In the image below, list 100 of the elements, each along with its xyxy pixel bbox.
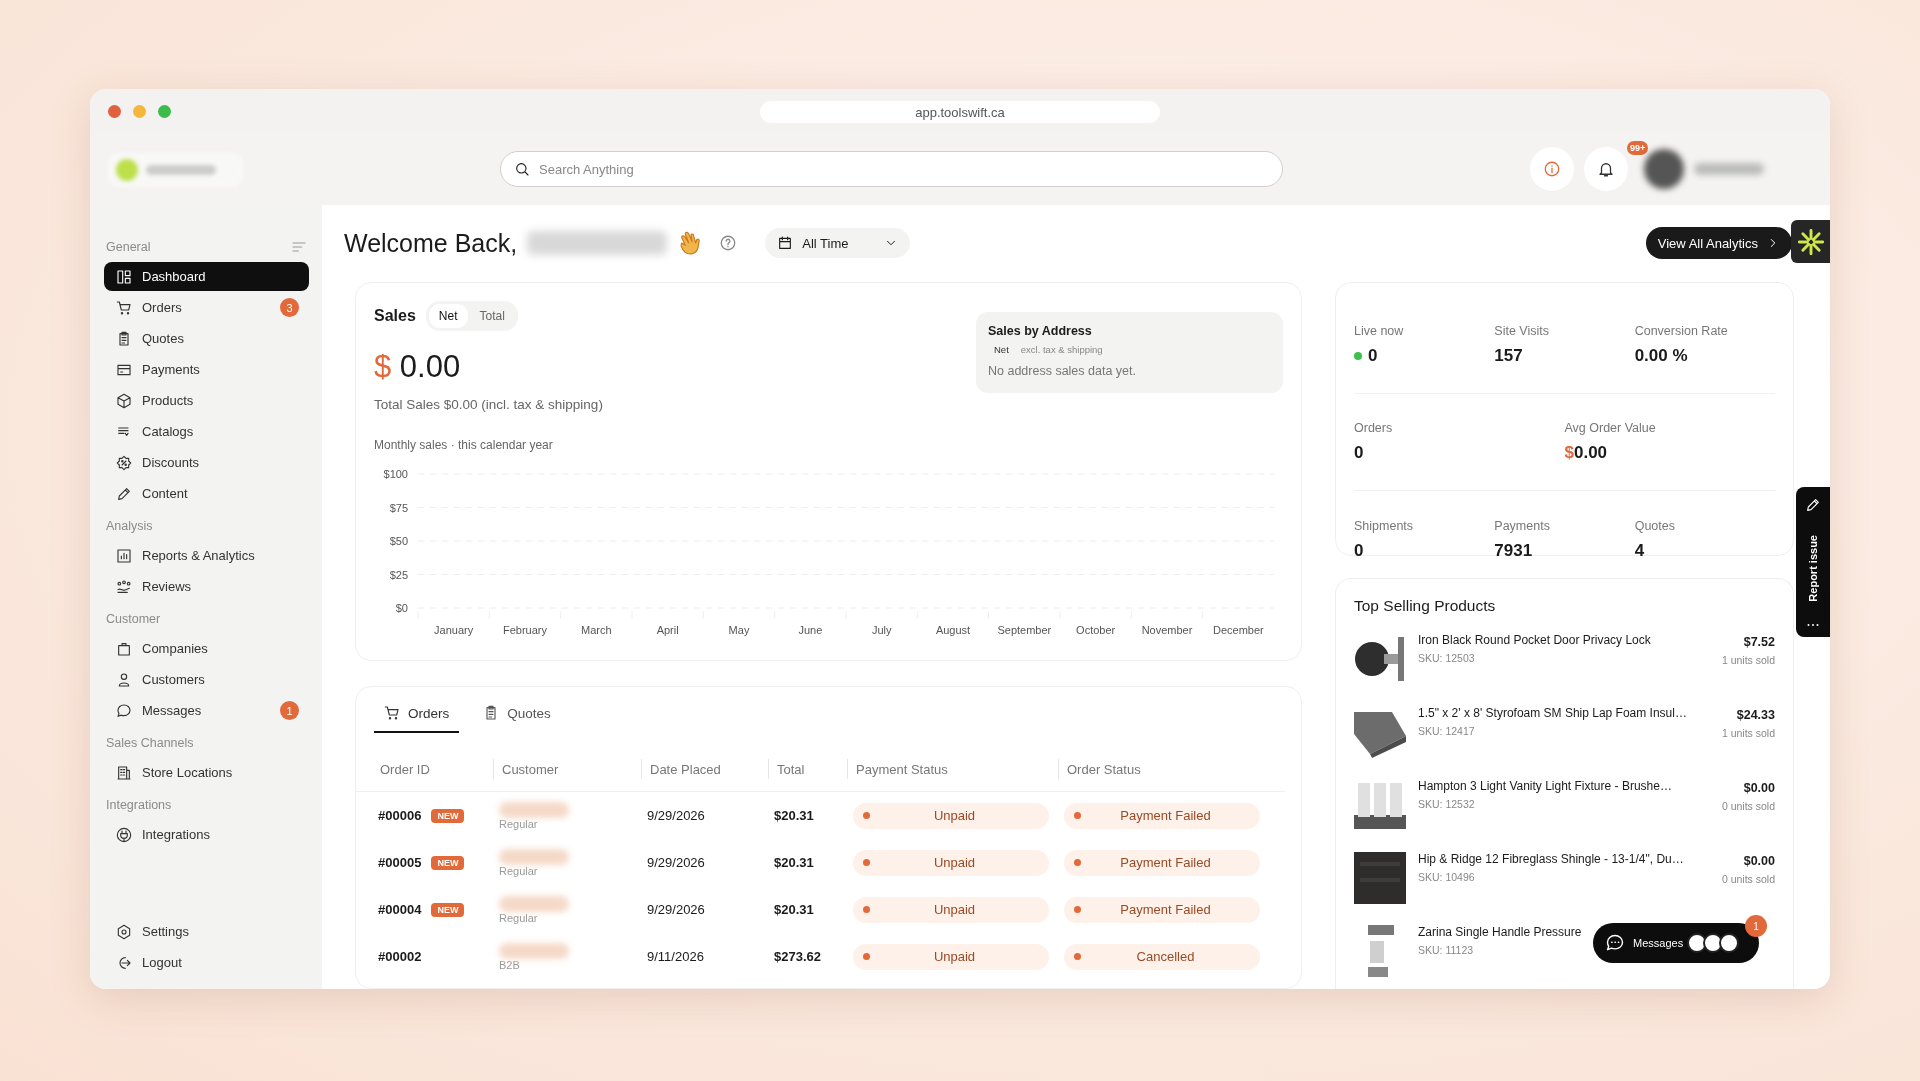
stat-label: Shipments — [1354, 518, 1415, 533]
segment-toggle[interactable]: Total — [469, 304, 515, 328]
order-id: #00005 — [378, 855, 422, 870]
product-name[interactable]: Hampton 3 Light Vanity Light Fixture - Brushe… — [1418, 779, 1672, 793]
sidebar-item[interactable]: Integrations — [104, 820, 309, 849]
logout-icon — [116, 954, 132, 971]
stat-label: Payments — [1494, 518, 1551, 533]
column-header: Total — [768, 759, 847, 779]
maximize-window-button[interactable] — [158, 105, 171, 118]
product-name[interactable]: Hip & Ridge 12 Fibreglass Shingle - 13-1/4", Du… — [1418, 852, 1684, 866]
product-name[interactable]: 1.5" x 2' x 8' Styrofoam SM Ship Lap Foam Insul… — [1418, 706, 1687, 720]
stat-value: 0 — [1354, 443, 1364, 463]
bag-icon — [116, 640, 132, 657]
calendar-icon — [777, 235, 794, 251]
y-axis-label: $75 — [389, 501, 408, 514]
notifications-button[interactable] — [1584, 147, 1628, 191]
product-price: $0.00 — [1743, 854, 1775, 868]
minimize-window-button[interactable] — [133, 105, 146, 118]
new-badge: NEW — [431, 855, 465, 870]
table-cell: 9/29/2026 — [647, 808, 705, 823]
table-cell: 9/29/2026 — [647, 902, 705, 917]
x-axis-label: April — [656, 624, 679, 636]
search-field[interactable]: Search Anything — [500, 151, 1283, 187]
table-cell: $20.31 — [774, 808, 814, 823]
sidebar-item[interactable]: Orders 3 — [104, 293, 309, 322]
more-icon — [1807, 623, 1819, 627]
sidebar-item[interactable]: Payments — [104, 355, 309, 384]
tab[interactable]: Orders — [374, 705, 460, 733]
product-name[interactable]: Zarina Single Handle Pressure — [1418, 925, 1582, 939]
customer-type: B2B — [499, 958, 520, 971]
stat-label: Conversion Rate — [1634, 324, 1729, 338]
y-axis-label: $50 — [389, 535, 408, 547]
sidebar-item[interactable]: Products — [104, 386, 309, 415]
sidebar-item[interactable]: Quotes — [104, 324, 309, 353]
welcome-heading: Welcome Back, — [344, 228, 518, 258]
status-pill: Unpaid — [853, 849, 1049, 876]
info-icon — [1543, 160, 1561, 178]
section-heading: General — [106, 239, 151, 254]
period-dropdown[interactable]: All Time — [765, 228, 911, 258]
sidebar-item[interactable]: Customers — [104, 665, 309, 694]
product-name[interactable]: Iron Black Round Pocket Door Privacy Lock — [1418, 633, 1651, 647]
sidebar-item[interactable]: Discounts — [104, 448, 309, 477]
chat-icon — [116, 702, 132, 719]
blurred-customer-name — [499, 801, 569, 818]
sidebar-item[interactable]: Content — [104, 479, 309, 508]
status-pill: Unpaid — [853, 802, 1049, 829]
sidebar-item[interactable]: Catalogs — [104, 417, 309, 446]
report-issue-tab[interactable]: Report issue — [1796, 487, 1830, 637]
section-heading: Customer — [106, 611, 161, 626]
customer-type: Regular — [499, 817, 538, 830]
product-price: $0.00 — [1743, 781, 1775, 795]
tab[interactable]: Quotes — [473, 705, 561, 733]
stat-value: 7931 — [1494, 540, 1533, 561]
sidebar-item[interactable]: Reports & Analytics — [104, 541, 309, 570]
net-tag: Net — [988, 344, 1009, 355]
x-axis-label: August — [935, 624, 971, 636]
order-id: #00002 — [378, 949, 422, 964]
status-pill: Payment Failed — [1064, 802, 1260, 829]
tag-note: excl. tax & shipping — [1020, 344, 1103, 355]
customer-type: Regular — [499, 911, 538, 924]
status-pill: Cancelled — [1064, 943, 1260, 970]
help-icon[interactable] — [719, 234, 738, 252]
layout-icon — [116, 268, 132, 285]
sparkle-icon[interactable] — [1791, 220, 1830, 263]
x-axis-label: May — [728, 624, 750, 636]
settings-icon — [116, 923, 132, 940]
x-axis-label: June — [798, 624, 823, 636]
x-axis-label: September — [997, 624, 1052, 636]
stat-label: Site Visits — [1494, 324, 1550, 338]
close-window-button[interactable] — [108, 105, 121, 118]
sidebar-item[interactable]: Messages 1 — [104, 696, 309, 725]
panel-title: Sales by Address — [988, 324, 1093, 338]
status-pill: Unpaid — [853, 943, 1049, 970]
table-cell: $273.62 — [774, 949, 821, 964]
section-heading: Sales Channels — [106, 735, 194, 750]
product-price: $24.33 — [1736, 708, 1775, 722]
x-axis-label: January — [434, 624, 474, 636]
sidebar-item[interactable]: Companies — [104, 634, 309, 663]
sidebar-item[interactable]: Logout — [104, 948, 309, 977]
order-id: #00006 — [378, 808, 422, 823]
chat-icon — [1605, 933, 1625, 953]
x-axis-label: July — [871, 624, 892, 636]
sidebar-item[interactable]: Store Locations — [104, 758, 309, 787]
search-icon — [514, 161, 530, 177]
stat-value: $0.00 — [1564, 443, 1608, 463]
x-axis-label: November — [1141, 624, 1193, 636]
stat-value: 157 — [1494, 346, 1523, 366]
count-badge: 1 — [280, 701, 299, 720]
sidebar-item[interactable]: Settings — [104, 917, 309, 946]
new-badge: NEW — [431, 808, 465, 823]
address-bar[interactable]: app.toolswift.ca — [760, 101, 1160, 123]
sidebar-item[interactable]: Reviews — [104, 572, 309, 601]
status-pill: Payment Failed — [1064, 849, 1260, 876]
units-sold: 0 units sold — [1721, 800, 1775, 812]
stat-value: 4 — [1634, 540, 1645, 561]
view-analytics-button[interactable]: View All Analytics — [1645, 227, 1792, 259]
sidebar-item[interactable]: Dashboard — [104, 262, 309, 291]
table-cell: $20.31 — [774, 902, 814, 917]
info-button[interactable] — [1530, 147, 1574, 191]
segment-toggle[interactable]: Net — [428, 304, 468, 328]
